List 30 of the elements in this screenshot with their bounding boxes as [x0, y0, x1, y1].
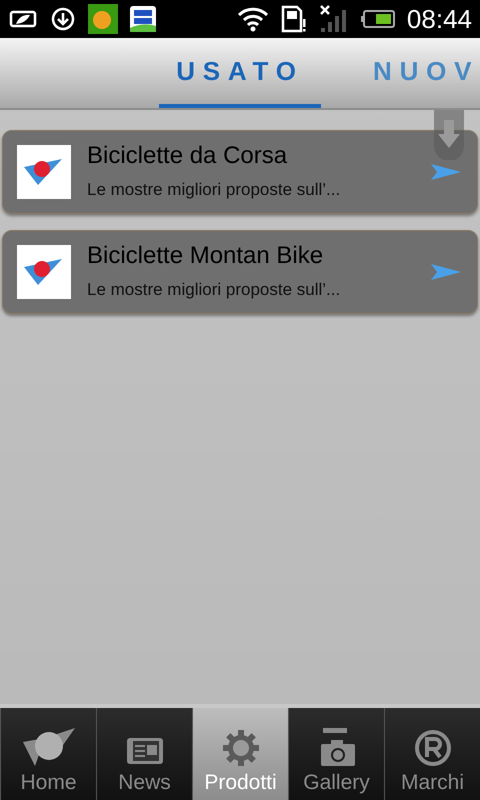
sim-card-icon	[280, 5, 307, 33]
arrow-icon	[431, 164, 461, 180]
tab[interactable]: USATO	[159, 38, 321, 108]
nav-tab[interactable]: Marchi	[384, 708, 480, 800]
gear-icon	[220, 728, 260, 768]
card-title: Biciclette Montan Bike	[87, 241, 324, 272]
registered-mark-icon	[412, 728, 452, 768]
app-icon	[88, 4, 118, 34]
logo-icon	[24, 257, 64, 287]
tab[interactable]: NUOV	[373, 38, 480, 108]
card-subtitle: Le mostre migliori proposte sull’...	[87, 179, 342, 202]
list-card[interactable]: Biciclette da Corsa Le mostre migliori proposte sull’...	[2, 130, 478, 214]
nav-tab[interactable]: Prodotti	[192, 708, 288, 800]
clock: 08:44	[406, 6, 472, 32]
wifi-icon	[236, 6, 269, 32]
nav-tab[interactable]: Gallery	[288, 708, 384, 800]
scroll-down-icon	[434, 110, 464, 160]
no-signal-icon	[318, 4, 349, 34]
nav-tab[interactable]: News	[96, 708, 192, 800]
logo-icon	[24, 157, 64, 187]
download-icon	[50, 6, 76, 32]
card-title: Biciclette da Corsa	[87, 141, 288, 172]
news-app-icon	[130, 6, 156, 32]
list-card[interactable]: Biciclette Montan Bike Le mostre migliori proposte sull’...	[2, 230, 478, 314]
battery-icon	[360, 9, 395, 29]
planet-icon	[20, 726, 76, 768]
card-subtitle: Le mostre migliori proposte sull’...	[87, 279, 342, 302]
battery-saver-icon	[8, 9, 38, 29]
arrow-icon	[431, 264, 461, 280]
nav-tab[interactable]: Home	[0, 708, 96, 800]
